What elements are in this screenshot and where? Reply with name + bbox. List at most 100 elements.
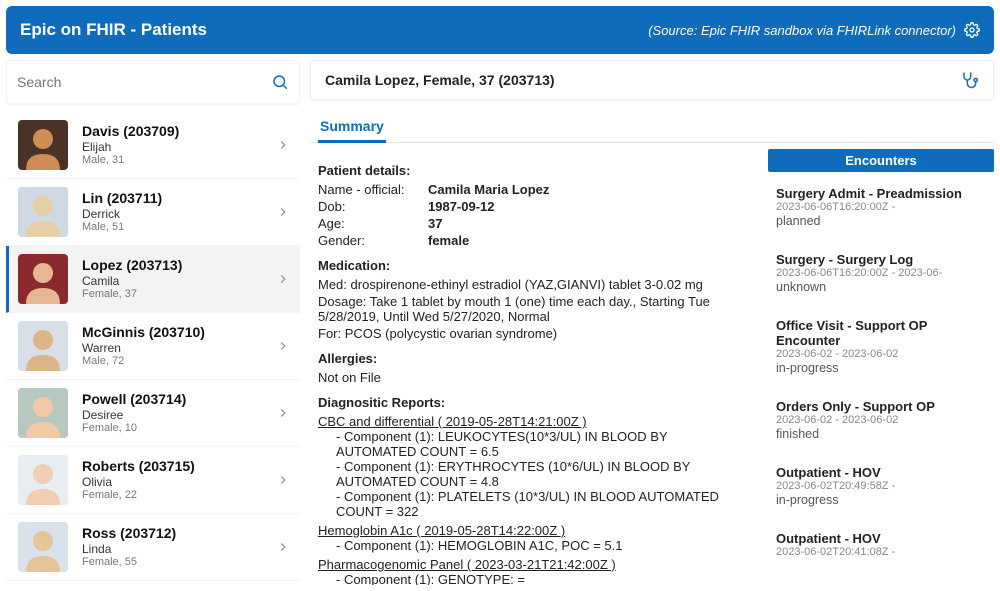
encounter-title: Outpatient - HOV xyxy=(776,531,990,546)
avatar xyxy=(18,455,68,505)
encounter-title: Office Visit - Support OP Encounter xyxy=(776,318,990,348)
search-icon[interactable] xyxy=(271,73,289,91)
patient-item-powell[interactable]: Powell (203714)DesireeFemale, 10 xyxy=(6,380,300,447)
encounter-status: planned xyxy=(776,214,990,228)
encounter-title: Orders Only - Support OP xyxy=(776,399,990,414)
encounter-item[interactable]: Surgery Admit - Preadmission2023-06-06T1… xyxy=(772,176,994,242)
encounters-list[interactable]: Surgery Admit - Preadmission2023-06-06T1… xyxy=(768,172,994,585)
patient-name: Davis (203709) xyxy=(82,123,276,140)
encounter-title: Outpatient - HOV xyxy=(776,465,990,480)
encounter-item[interactable]: Surgery - Surgery Log2023-06-06T16:20:00… xyxy=(772,242,994,308)
patient-meta: Male, 72 xyxy=(82,355,276,368)
encounter-dates: 2023-06-06T16:20:00Z - 2023-06- xyxy=(776,267,990,279)
patient-first: Derrick xyxy=(82,207,276,221)
patient-meta: Female, 37 xyxy=(82,288,276,301)
patient-item-lopez[interactable]: Lopez (203713)CamilaFemale, 37 xyxy=(6,246,300,313)
age-label: Age: xyxy=(318,216,428,231)
patient-titlebar: Camila Lopez, Female, 37 (203713) xyxy=(310,60,994,100)
patient-name: Roberts (203715) xyxy=(82,458,276,475)
patient-name: Lin (203711) xyxy=(82,190,276,207)
encounter-status: finished xyxy=(776,427,990,441)
allergies-heading: Allergies: xyxy=(318,351,750,366)
patient-item-mcginnis[interactable]: McGinnis (203710)WarrenMale, 72 xyxy=(6,313,300,380)
search-input[interactable] xyxy=(17,74,271,90)
report-component: - Component (1): LEUKOCYTES(10*3/UL) IN … xyxy=(336,429,750,459)
report-component: - Component (1): HEMOGLOBIN A1C, POC = 5… xyxy=(336,538,750,553)
chevron-right-icon xyxy=(276,272,290,286)
report-component: - Component (1): ERYTHROCYTES (10*6/UL) … xyxy=(336,459,750,489)
patient-meta: Female, 55 xyxy=(82,556,276,569)
name-value: Camila Maria Lopez xyxy=(428,182,549,197)
encounter-status: unknown xyxy=(776,280,990,294)
stethoscope-icon[interactable] xyxy=(959,70,979,90)
medication-med: Med: drospirenone-ethinyl estradiol (YAZ… xyxy=(318,277,750,292)
patient-first: Camila xyxy=(82,274,276,288)
avatar xyxy=(18,388,68,438)
tabs: Summary xyxy=(310,114,994,143)
patient-item-davis[interactable]: Davis (203709)ElijahMale, 31 xyxy=(6,112,300,179)
encounter-dates: 2023-06-02T20:49:58Z - xyxy=(776,480,990,492)
gear-icon[interactable] xyxy=(964,22,980,38)
patient-first: Warren xyxy=(82,341,276,355)
data-source-label: (Source: Epic FHIR sandbox via FHIRLink … xyxy=(648,23,956,38)
avatar xyxy=(18,120,68,170)
patient-first: Linda xyxy=(82,542,276,556)
patient-meta: Male, 31 xyxy=(82,154,276,167)
summary-pane[interactable]: Patient details: Name - official:Camila … xyxy=(310,149,758,585)
report-link[interactable]: CBC and differential ( 2019-05-28T14:21:… xyxy=(318,414,750,429)
encounters-header: Encounters xyxy=(768,149,994,172)
patient-item-ross[interactable]: Ross (203712)LindaFemale, 55 xyxy=(6,514,300,581)
encounter-dates: 2023-06-02T20:41:08Z - xyxy=(776,546,990,558)
patient-first: Elijah xyxy=(82,140,276,154)
dob-value: 1987-09-12 xyxy=(428,199,495,214)
patient-item-lin[interactable]: Lin (203711)DerrickMale, 51 xyxy=(6,179,300,246)
encounter-item[interactable]: Outpatient - HOV2023-06-02T20:41:08Z - xyxy=(772,521,994,573)
medication-heading: Medication: xyxy=(318,258,750,273)
patient-name: Powell (203714) xyxy=(82,391,276,408)
chevron-right-icon xyxy=(276,406,290,420)
patient-meta: Female, 10 xyxy=(82,422,276,435)
medication-for: For: PCOS (polycystic ovarian syndrome) xyxy=(318,326,750,341)
encounter-item[interactable]: Outpatient - HOV2023-06-02T20:49:58Z -in… xyxy=(772,455,994,521)
encounter-dates: 2023-06-06T16:20:00Z - xyxy=(776,201,990,213)
encounter-dates: 2023-06-02 - 2023-06-02 xyxy=(776,414,990,426)
allergies-value: Not on File xyxy=(318,370,750,385)
encounter-item[interactable]: Orders Only - Support OP2023-06-02 - 202… xyxy=(772,389,994,455)
avatar xyxy=(18,321,68,371)
patient-meta: Female, 22 xyxy=(82,489,276,502)
gender-label: Gender: xyxy=(318,233,428,248)
patient-item-roberts[interactable]: Roberts (203715)OliviaFemale, 22 xyxy=(6,447,300,514)
chevron-right-icon xyxy=(276,205,290,219)
patient-first: Desiree xyxy=(82,408,276,422)
chevron-right-icon xyxy=(276,339,290,353)
report-link[interactable]: Pharmacogenomic Panel ( 2023-03-21T21:42… xyxy=(318,557,750,572)
app-header: Epic on FHIR - Patients (Source: Epic FH… xyxy=(6,6,994,54)
encounter-status: in-progress xyxy=(776,493,990,507)
patient-title: Camila Lopez, Female, 37 (203713) xyxy=(325,72,959,88)
reports-heading: Diagnositic Reports: xyxy=(318,395,750,410)
chevron-right-icon xyxy=(276,138,290,152)
patient-name: Ross (203712) xyxy=(82,525,276,542)
report-component: - Component (1): GENOTYPE: = xyxy=(336,572,750,585)
encounter-title: Surgery - Surgery Log xyxy=(776,252,990,267)
avatar xyxy=(18,254,68,304)
encounter-status: in-progress xyxy=(776,361,990,375)
report-link[interactable]: Hemoglobin A1c ( 2019-05-28T14:22:00Z ) xyxy=(318,523,750,538)
patient-name: Lopez (203713) xyxy=(82,257,276,274)
report-component: - Component (1): PLATELETS (10*3/UL) IN … xyxy=(336,489,750,519)
search-box[interactable] xyxy=(6,60,300,104)
tab-summary[interactable]: Summary xyxy=(318,114,386,143)
medication-dosage: Dosage: Take 1 tablet by mouth 1 (one) t… xyxy=(318,294,750,324)
chevron-right-icon xyxy=(276,473,290,487)
name-label: Name - official: xyxy=(318,182,428,197)
app-title: Epic on FHIR - Patients xyxy=(20,20,648,40)
avatar xyxy=(18,522,68,572)
patient-list[interactable]: Davis (203709)ElijahMale, 31Lin (203711)… xyxy=(6,112,300,585)
patient-name: McGinnis (203710) xyxy=(82,324,276,341)
patient-first: Olivia xyxy=(82,475,276,489)
gender-value: female xyxy=(428,233,469,248)
encounter-item[interactable]: Office Visit - Support OP Encounter2023-… xyxy=(772,308,994,389)
encounter-dates: 2023-06-02 - 2023-06-02 xyxy=(776,348,990,360)
dob-label: Dob: xyxy=(318,199,428,214)
encounter-title: Surgery Admit - Preadmission xyxy=(776,186,990,201)
